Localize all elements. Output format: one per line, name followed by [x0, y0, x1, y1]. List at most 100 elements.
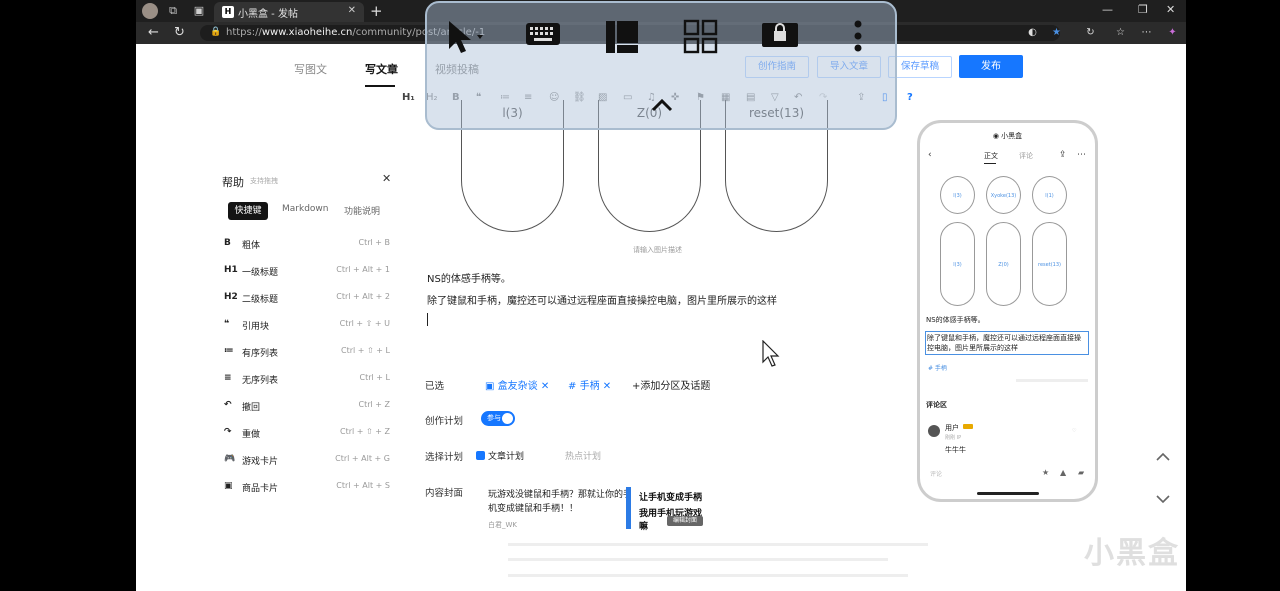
shortcut-row: ≡ 无序列表 Ctrl + L — [224, 373, 390, 387]
article-plan-checkbox[interactable] — [476, 451, 485, 460]
level-badge-icon — [963, 424, 973, 429]
plan-toggle[interactable]: 参与 — [481, 411, 515, 426]
cover-image[interactable]: 让手机变成手柄 我用手机玩游戏嘛 编辑封面 — [626, 487, 706, 532]
comment-icon[interactable]: ▰ — [1078, 468, 1084, 477]
preview-image-pill: reset(13) — [1032, 222, 1067, 306]
tab-image-post[interactable]: 写图文 — [294, 61, 327, 77]
shortcut-row: ▣ 商品卡片 Ctrl + Alt + S — [224, 481, 390, 495]
shortcut-label: 重做 — [242, 430, 261, 440]
choose-plan-label: 选择计划 — [425, 452, 464, 463]
tab-close-icon[interactable]: ✕ — [348, 5, 356, 16]
faded-line — [508, 574, 908, 577]
menu-dots-icon[interactable]: ⋯ — [1140, 26, 1153, 39]
paragraph[interactable]: 除了键鼠和手柄，魔控还可以通过远程座面直接操控电脑，图片里所展示的这样 — [427, 292, 777, 307]
copilot-icon[interactable]: ✦ — [1166, 26, 1179, 39]
preview-tab-body[interactable]: 正文 — [984, 151, 998, 161]
share-icon[interactable]: ⇪ — [1059, 150, 1067, 160]
keyboard-icon[interactable] — [525, 19, 561, 54]
hot-plan-label[interactable]: 热点计划 — [565, 449, 601, 462]
save-draft-button[interactable]: 保存草稿 — [888, 56, 952, 78]
minimize-icon[interactable]: — — [1102, 3, 1113, 16]
preview-paragraph: NS的体感手柄等。 — [926, 316, 985, 324]
text-caret — [427, 313, 428, 326]
preview-title: ◉ 小黑盒 — [920, 131, 1095, 141]
tag-chip[interactable]: ▣ 盒友杂谈 ✕ — [485, 377, 549, 392]
edit-cover-button[interactable]: 编辑封面 — [667, 516, 703, 526]
tab-title: 小黑盒 - 发帖 — [238, 9, 298, 20]
help-tab-features[interactable]: 功能说明 — [344, 204, 380, 217]
lock-icon[interactable]: 🔒 — [210, 27, 221, 37]
preview-highlighted-paragraph: 除了键鼠和手柄，魔控还可以通过远程座面直接操控电脑，图片里所展示的这样 — [925, 331, 1089, 355]
close-icon[interactable]: ✕ — [382, 172, 391, 185]
shortcut-keys: Ctrl + ⇧ + L — [341, 346, 390, 355]
h1-icon[interactable]: H₁ — [402, 92, 415, 103]
more-options-icon[interactable] — [853, 19, 863, 60]
shortcut-keys: Ctrl + Alt + S — [336, 481, 390, 490]
shortcut-label: 游戏卡片 — [242, 457, 279, 467]
h2-icon: H2 — [224, 292, 238, 302]
tab-favicon-icon: H — [222, 6, 234, 18]
preview-tab-indicator — [984, 163, 996, 164]
publish-button[interactable]: 发布 — [959, 55, 1023, 78]
grid-icon[interactable] — [683, 19, 719, 62]
toggle-knob — [502, 413, 513, 424]
browser-tab[interactable]: H 小黑盒 - 发帖 ✕ — [214, 2, 364, 22]
help-icon[interactable]: ? — [907, 92, 913, 103]
help-tab-markdown[interactable]: Markdown — [282, 204, 328, 214]
favorite-star-icon[interactable]: ★ — [1050, 26, 1063, 39]
add-tag-button[interactable]: +添加分区及话题 — [632, 377, 710, 392]
lock-screen-icon[interactable] — [761, 19, 799, 56]
remove-tag-icon[interactable]: ✕ — [603, 381, 611, 392]
shortcut-keys: Ctrl + ⇧ + Z — [340, 427, 390, 436]
preview-tab-comments[interactable]: 评论 — [1019, 151, 1033, 161]
star-icon[interactable]: ★ — [1042, 468, 1049, 477]
tag-chip[interactable]: # 手柄 ✕ — [568, 377, 611, 392]
remove-tag-icon[interactable]: ✕ — [541, 381, 549, 392]
back-icon[interactable]: ← — [148, 25, 159, 40]
back-icon[interactable]: ‹ — [928, 150, 932, 160]
refresh-extension-icon[interactable]: ↻ — [1084, 26, 1097, 39]
preview-comment-input[interactable]: 评论 — [930, 469, 942, 478]
tag-text: 手柄 — [579, 381, 600, 392]
mouse-cursor-icon — [762, 340, 780, 367]
bold-icon: B — [224, 238, 231, 248]
shortcut-keys: Ctrl + ⇧ + U — [339, 319, 390, 328]
like-icon[interactable]: ♡ — [1072, 428, 1076, 434]
image-caption-input[interactable]: 请输入图片描述 — [633, 245, 682, 255]
thumb-icon[interactable]: ▲ — [1060, 468, 1066, 477]
shortcut-label: 二级标题 — [242, 295, 279, 305]
shortcut-keys: Ctrl + Z — [358, 400, 390, 409]
preview-comment-text: 牛牛牛 — [945, 446, 966, 454]
shortcut-label: 粗体 — [242, 241, 261, 251]
close-window-icon[interactable]: ✕ — [1166, 3, 1175, 16]
profile-avatar[interactable] — [142, 3, 158, 19]
user-avatar — [928, 425, 940, 437]
cursor-mode-icon[interactable] — [447, 19, 489, 62]
restore-icon[interactable]: ❐ — [1138, 3, 1148, 16]
add-tag-label: 添加分区及话题 — [640, 381, 711, 392]
tab-article[interactable]: 写文章 — [365, 61, 398, 77]
paragraph[interactable]: NS的体感手柄等。 — [427, 270, 511, 285]
workspaces-icon[interactable]: ⧉ — [166, 4, 180, 18]
ordered-list-icon: ≔ — [224, 346, 234, 356]
box-icon: ▣ — [485, 381, 495, 392]
layout-icon[interactable] — [605, 19, 639, 62]
more-icon[interactable]: ⋯ — [1077, 150, 1086, 160]
collections-icon[interactable]: ☆ — [1114, 26, 1127, 39]
logo-icon: ◉ — [992, 132, 999, 140]
mobile-preview: ◉ 小黑盒 ‹ 正文 评论 ⇪ ⋯ l(3) Xyoke(13) l(1) l(… — [917, 120, 1098, 502]
preview-image-circle: l(3) — [940, 176, 975, 214]
new-tab-icon[interactable]: + — [370, 2, 383, 20]
help-tab-shortcuts[interactable]: 快捷键 — [228, 202, 268, 220]
scroll-up-icon[interactable] — [1156, 450, 1170, 466]
tab-actions-icon[interactable]: ▣ — [192, 4, 206, 18]
shortcut-row: ≔ 有序列表 Ctrl + ⇧ + L — [224, 346, 390, 360]
preview-comment-section: 评论区 — [926, 401, 947, 409]
help-subtitle: 支持拖拽 — [250, 177, 278, 185]
shortcut-label: 引用块 — [242, 322, 270, 332]
extension-icon[interactable]: ◐ — [1026, 26, 1039, 39]
scroll-down-icon[interactable] — [1156, 492, 1170, 508]
article-plan-label: 文章计划 — [488, 452, 525, 462]
refresh-icon[interactable]: ↻ — [174, 25, 185, 40]
chevron-up-icon[interactable] — [651, 93, 673, 117]
